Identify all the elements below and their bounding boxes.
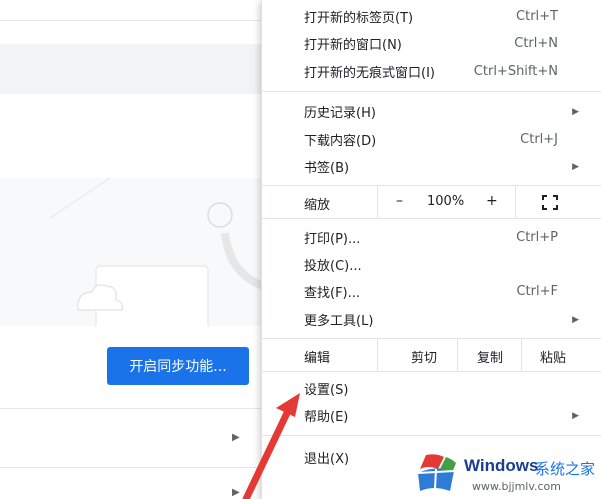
paste-button[interactable]: 粘贴 — [540, 347, 566, 366]
menu-item-downloads[interactable]: 下载内容(D) Ctrl+J — [262, 126, 601, 153]
menu-item-label: 设置(S) — [304, 383, 349, 398]
menu-item-settings[interactable]: 设置(S) — [262, 375, 601, 402]
menu-item-shortcut: Ctrl+F — [516, 284, 558, 299]
menu-item-find[interactable]: 查找(F)... Ctrl+F — [262, 278, 601, 305]
menu-item-label: 书签(B) — [304, 161, 350, 176]
watermark-url: www.bjjmlv.com — [472, 480, 561, 493]
divider — [0, 467, 270, 468]
cut-button[interactable]: 剪切 — [411, 347, 437, 366]
chevron-right-icon[interactable]: ▶ — [232, 432, 240, 443]
menu-item-label: 下载内容(D) — [304, 134, 377, 149]
sync-button[interactable]: 开启同步功能... — [107, 347, 249, 385]
menu-item-label: 打印(P)... — [304, 232, 361, 247]
menu-item-label: 查找(F)... — [304, 286, 361, 301]
watermark-title: Windows — [464, 456, 539, 475]
divider — [0, 20, 270, 21]
zoom-level: 100% — [427, 194, 465, 209]
sync-illustration — [0, 178, 270, 326]
menu-separator — [262, 218, 601, 219]
menu-item-label: 打开新的窗口(N) — [304, 38, 402, 53]
sync-illustration-art — [49, 178, 270, 326]
zoom-row: 缩放 – 100% + — [262, 186, 601, 218]
menu-item-shortcut: Ctrl+Shift+N — [473, 64, 558, 79]
submenu-arrow-icon: ▶ — [572, 161, 579, 172]
menu-item-label: 打开新的无痕式窗口(I) — [304, 66, 435, 81]
divider — [515, 186, 516, 218]
menu-separator — [262, 91, 601, 92]
menu-item-more-tools[interactable]: 更多工具(L) ▶ — [262, 306, 601, 333]
menu-item-label: 更多工具(L) — [304, 314, 374, 329]
profile-header-bar — [0, 44, 270, 94]
divider — [457, 339, 458, 371]
menu-item-shortcut: Ctrl+N — [514, 36, 558, 51]
menu-item-shortcut: Ctrl+T — [516, 9, 558, 24]
menu-item-new-tab[interactable]: 打开新的标签页(T) Ctrl+T — [262, 3, 601, 30]
zoom-in-button[interactable]: + — [486, 193, 498, 209]
menu-item-print[interactable]: 打印(P)... Ctrl+P — [262, 224, 601, 251]
edit-label: 编辑 — [304, 351, 331, 366]
browser-main-menu: 打开新的标签页(T) Ctrl+T 打开新的窗口(N) Ctrl+N 打开新的无… — [261, 0, 601, 499]
menu-item-help[interactable]: 帮助(E) ▶ — [262, 402, 601, 429]
watermark-brand: 系统之家 — [535, 460, 596, 478]
menu-item-shortcut: Ctrl+P — [516, 230, 558, 245]
zoom-label: 缩放 — [304, 198, 331, 213]
menu-item-cast[interactable]: 投放(C)... — [262, 251, 601, 278]
menu-item-bookmarks[interactable]: 书签(B) ▶ — [262, 153, 601, 180]
menu-item-shortcut: Ctrl+J — [520, 132, 558, 147]
divider — [377, 186, 378, 218]
divider — [0, 408, 270, 409]
copy-button[interactable]: 复制 — [477, 347, 503, 366]
menu-separator — [262, 435, 601, 436]
submenu-arrow-icon: ▶ — [572, 410, 579, 421]
zoom-out-button[interactable]: – — [396, 193, 403, 209]
menu-item-label: 打开新的标签页(T) — [304, 11, 414, 26]
menu-item-new-incognito-window[interactable]: 打开新的无痕式窗口(I) Ctrl+Shift+N — [262, 58, 601, 85]
submenu-arrow-icon: ▶ — [572, 314, 579, 325]
menu-item-history[interactable]: 历史记录(H) ▶ — [262, 98, 601, 125]
background-page: 开启同步功能... ▶ ▶ — [0, 0, 270, 499]
menu-separator — [262, 371, 601, 372]
chevron-right-icon[interactable]: ▶ — [232, 487, 240, 498]
edit-row: 编辑 剪切 复制 粘贴 — [262, 339, 601, 371]
menu-item-new-window[interactable]: 打开新的窗口(N) Ctrl+N — [262, 30, 601, 57]
divider — [377, 339, 378, 371]
submenu-arrow-icon: ▶ — [572, 106, 579, 117]
fullscreen-icon[interactable] — [542, 195, 558, 210]
menu-item-label: 帮助(E) — [304, 410, 349, 425]
menu-item-label: 退出(X) — [304, 452, 350, 467]
watermark: Windows 系统之家 www.bjjmlv.com — [412, 448, 601, 499]
menu-item-label: 投放(C)... — [304, 259, 362, 274]
divider — [521, 339, 522, 371]
windows-logo-icon — [417, 454, 456, 491]
menu-item-label: 历史记录(H) — [304, 106, 376, 121]
